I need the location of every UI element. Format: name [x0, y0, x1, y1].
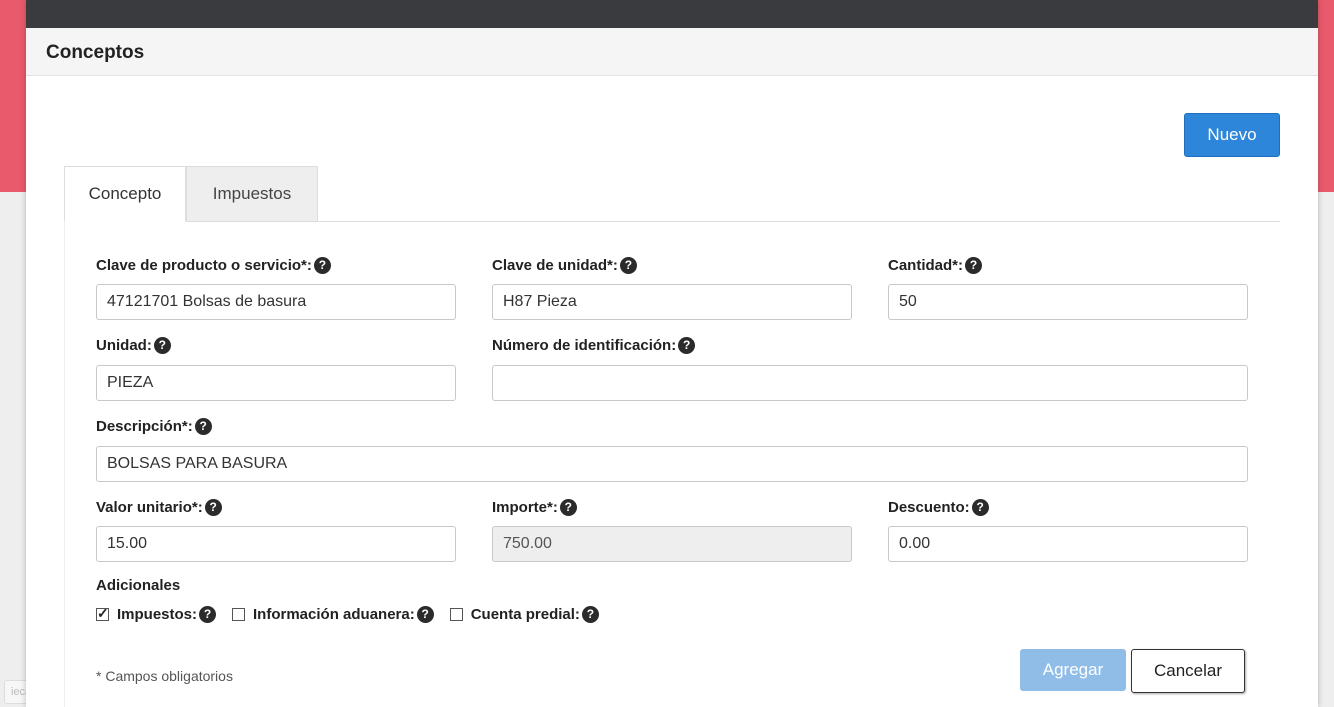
cancelar-button[interactable]: Cancelar	[1131, 649, 1245, 693]
informacion-aduanera-checkbox[interactable]	[232, 608, 246, 621]
adicionales-heading: Adicionales	[96, 577, 181, 594]
numero-identificacion-label: Número de identificación: ?	[492, 337, 696, 354]
help-icon[interactable]: ?	[559, 499, 577, 516]
panel-header: Conceptos	[26, 28, 1318, 76]
cantidad-label: Cantidad*: ?	[888, 257, 982, 274]
option-impuestos[interactable]: Impuestos: ?	[96, 605, 217, 623]
help-icon[interactable]: ?	[199, 606, 217, 623]
required-fields-note: * Campos obligatorios	[96, 668, 233, 684]
descuento-input[interactable]	[888, 526, 1248, 562]
numero-identificacion-input[interactable]	[492, 365, 1248, 401]
clave-unidad-label: Clave de unidad*: ?	[492, 257, 637, 274]
valor-unitario-input[interactable]	[96, 526, 456, 562]
clave-unidad-input[interactable]	[492, 284, 852, 320]
option-cuenta-predial[interactable]: Cuenta predial: ?	[449, 606, 599, 623]
help-icon[interactable]: ?	[313, 257, 331, 274]
importe-label: Importe*: ?	[492, 499, 577, 516]
agregar-button[interactable]: Agregar	[1020, 649, 1126, 691]
tab-impuestos[interactable]: Impuestos	[186, 166, 318, 222]
descripcion-input[interactable]	[96, 446, 1248, 482]
descripcion-label: Descripción*: ?	[96, 418, 212, 435]
impuestos-checkbox[interactable]	[96, 605, 109, 622]
option-informacion-aduanera[interactable]: Información aduanera: ?	[232, 606, 434, 623]
cuenta-predial-checkbox[interactable]	[449, 608, 463, 621]
descuento-label: Descuento: ?	[888, 499, 989, 516]
panel-title: Conceptos	[46, 42, 145, 63]
importe-input	[492, 526, 852, 562]
valor-unitario-label: Valor unitario*: ?	[96, 499, 222, 516]
help-icon[interactable]: ?	[965, 257, 982, 274]
help-icon[interactable]: ?	[194, 418, 212, 435]
conceptos-panel: Conceptos Nuevo Concepto Impuestos Clave…	[26, 0, 1318, 707]
tab-concepto[interactable]: Concepto	[64, 166, 186, 222]
clave-producto-label: Clave de producto o servicio*: ?	[96, 257, 331, 274]
help-icon[interactable]: ?	[416, 606, 434, 623]
unidad-input[interactable]	[96, 365, 456, 401]
help-icon[interactable]: ?	[153, 337, 171, 354]
clave-producto-input[interactable]	[96, 284, 456, 320]
top-bar	[26, 0, 1318, 28]
help-icon[interactable]: ?	[581, 606, 599, 623]
unidad-label: Unidad: ?	[96, 337, 171, 354]
cantidad-input[interactable]	[888, 284, 1248, 320]
help-icon[interactable]: ?	[204, 499, 222, 516]
help-icon[interactable]: ?	[619, 257, 637, 274]
help-icon[interactable]: ?	[678, 337, 696, 354]
help-icon[interactable]: ?	[971, 499, 989, 516]
nuevo-button[interactable]: Nuevo	[1184, 113, 1280, 157]
adicionales-options: Impuestos: ? Información aduanera: ? Cue…	[96, 605, 615, 623]
